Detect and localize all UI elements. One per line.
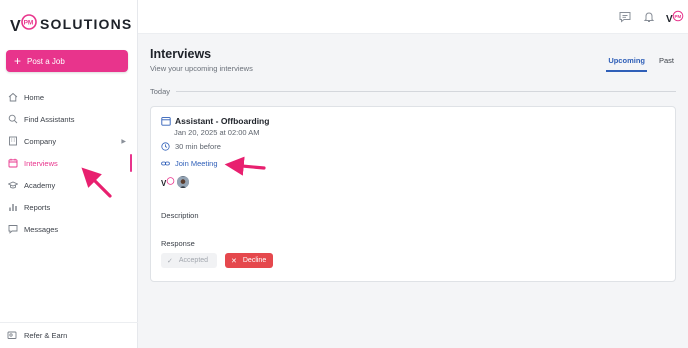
link-icon bbox=[161, 159, 170, 168]
decline-button[interactable]: ✕ Decline bbox=[225, 253, 273, 268]
sidebar-item-label: Interviews bbox=[24, 158, 58, 168]
svg-text:PM: PM bbox=[24, 20, 34, 27]
interview-title-row: Assistant - Offboarding bbox=[161, 116, 269, 126]
post-job-button[interactable]: + Post a Job bbox=[6, 50, 128, 72]
sidebar-item-label: Academy bbox=[24, 180, 56, 190]
tabs: Upcoming Past bbox=[596, 54, 676, 72]
join-meeting-link[interactable]: Join Meeting bbox=[161, 159, 218, 168]
avatar-logo-icon: V PM bbox=[666, 10, 684, 24]
home-icon bbox=[7, 92, 18, 103]
sidebar-item-label: Find Assistants bbox=[24, 114, 75, 124]
brand-name: SOLUTIONS bbox=[40, 16, 133, 32]
reminder-row: 30 min before bbox=[161, 142, 221, 151]
refer-and-earn-link[interactable]: Refer & Earn bbox=[7, 330, 67, 341]
graduation-cap-icon bbox=[7, 180, 18, 191]
page-subtitle: View your upcoming interviews bbox=[150, 64, 253, 73]
gift-card-icon bbox=[7, 330, 18, 341]
main-content: Interviews View your upcoming interviews… bbox=[138, 34, 688, 348]
svg-text:PM: PM bbox=[675, 14, 682, 19]
interview-title: Assistant - Offboarding bbox=[175, 116, 270, 126]
sidebar: V PM SOLUTIONS + Post a Job Home Find As… bbox=[0, 0, 138, 348]
topbar: V PM bbox=[138, 0, 688, 34]
svg-text:V: V bbox=[161, 179, 167, 187]
close-icon: ✕ bbox=[231, 257, 237, 265]
vpm-logo-icon: V PM bbox=[10, 14, 37, 35]
post-job-label: Post a Job bbox=[27, 56, 65, 66]
check-icon: ✓ bbox=[167, 257, 173, 265]
sidebar-item-reports[interactable]: Reports bbox=[0, 196, 138, 218]
interview-card: Assistant - Offboarding Jan 20, 2025 at … bbox=[150, 106, 676, 282]
sidebar-item-find-assistants[interactable]: Find Assistants bbox=[0, 108, 138, 130]
participants: V bbox=[161, 176, 189, 188]
message-icon[interactable] bbox=[618, 10, 631, 23]
chevron-right-icon: ▶ bbox=[121, 138, 126, 145]
refer-label: Refer & Earn bbox=[24, 331, 68, 340]
join-meeting-label: Join Meeting bbox=[175, 159, 218, 168]
sidebar-nav: Home Find Assistants Company ▶ Interview… bbox=[0, 86, 138, 240]
sidebar-item-company[interactable]: Company ▶ bbox=[0, 130, 138, 152]
plus-icon: + bbox=[14, 54, 22, 68]
calendar-icon bbox=[7, 158, 18, 169]
brand-logo[interactable]: V PM SOLUTIONS bbox=[10, 12, 132, 36]
bell-icon[interactable] bbox=[642, 10, 655, 23]
svg-text:V: V bbox=[10, 18, 21, 35]
page-title: Interviews bbox=[150, 47, 212, 61]
interview-datetime: Jan 20, 2025 at 02:00 AM bbox=[174, 128, 260, 137]
decline-label: Decline bbox=[242, 257, 267, 264]
company-avatar: V bbox=[161, 177, 175, 187]
reminder-text: 30 min before bbox=[175, 142, 221, 151]
calendar-icon bbox=[161, 116, 171, 126]
description-label: Description bbox=[161, 211, 199, 220]
accepted-label: Accepted bbox=[178, 257, 209, 264]
bar-chart-icon bbox=[7, 202, 18, 213]
account-avatar[interactable]: V PM bbox=[666, 10, 684, 24]
building-icon bbox=[7, 136, 18, 147]
sidebar-item-home[interactable]: Home bbox=[0, 86, 138, 108]
sidebar-item-label: Messages bbox=[24, 224, 59, 234]
divider bbox=[176, 91, 676, 92]
participant-avatar bbox=[177, 176, 189, 188]
tab-upcoming[interactable]: Upcoming bbox=[606, 54, 647, 72]
sidebar-item-interviews[interactable]: Interviews bbox=[0, 152, 138, 174]
sidebar-item-label: Home bbox=[24, 92, 45, 102]
tab-past[interactable]: Past bbox=[657, 54, 676, 72]
accepted-button[interactable]: ✓ Accepted bbox=[161, 253, 217, 268]
clock-icon bbox=[161, 142, 170, 151]
search-icon bbox=[7, 114, 18, 125]
date-group-label: Today bbox=[150, 87, 171, 96]
date-group-header: Today bbox=[150, 87, 676, 96]
svg-text:V: V bbox=[666, 14, 673, 24]
response-label: Response bbox=[161, 239, 195, 248]
sidebar-divider bbox=[0, 322, 138, 323]
sidebar-item-label: Company bbox=[24, 136, 57, 146]
chat-icon bbox=[7, 224, 18, 235]
sidebar-item-messages[interactable]: Messages bbox=[0, 218, 138, 240]
sidebar-item-academy[interactable]: Academy bbox=[0, 174, 138, 196]
sidebar-item-label: Reports bbox=[24, 202, 51, 212]
